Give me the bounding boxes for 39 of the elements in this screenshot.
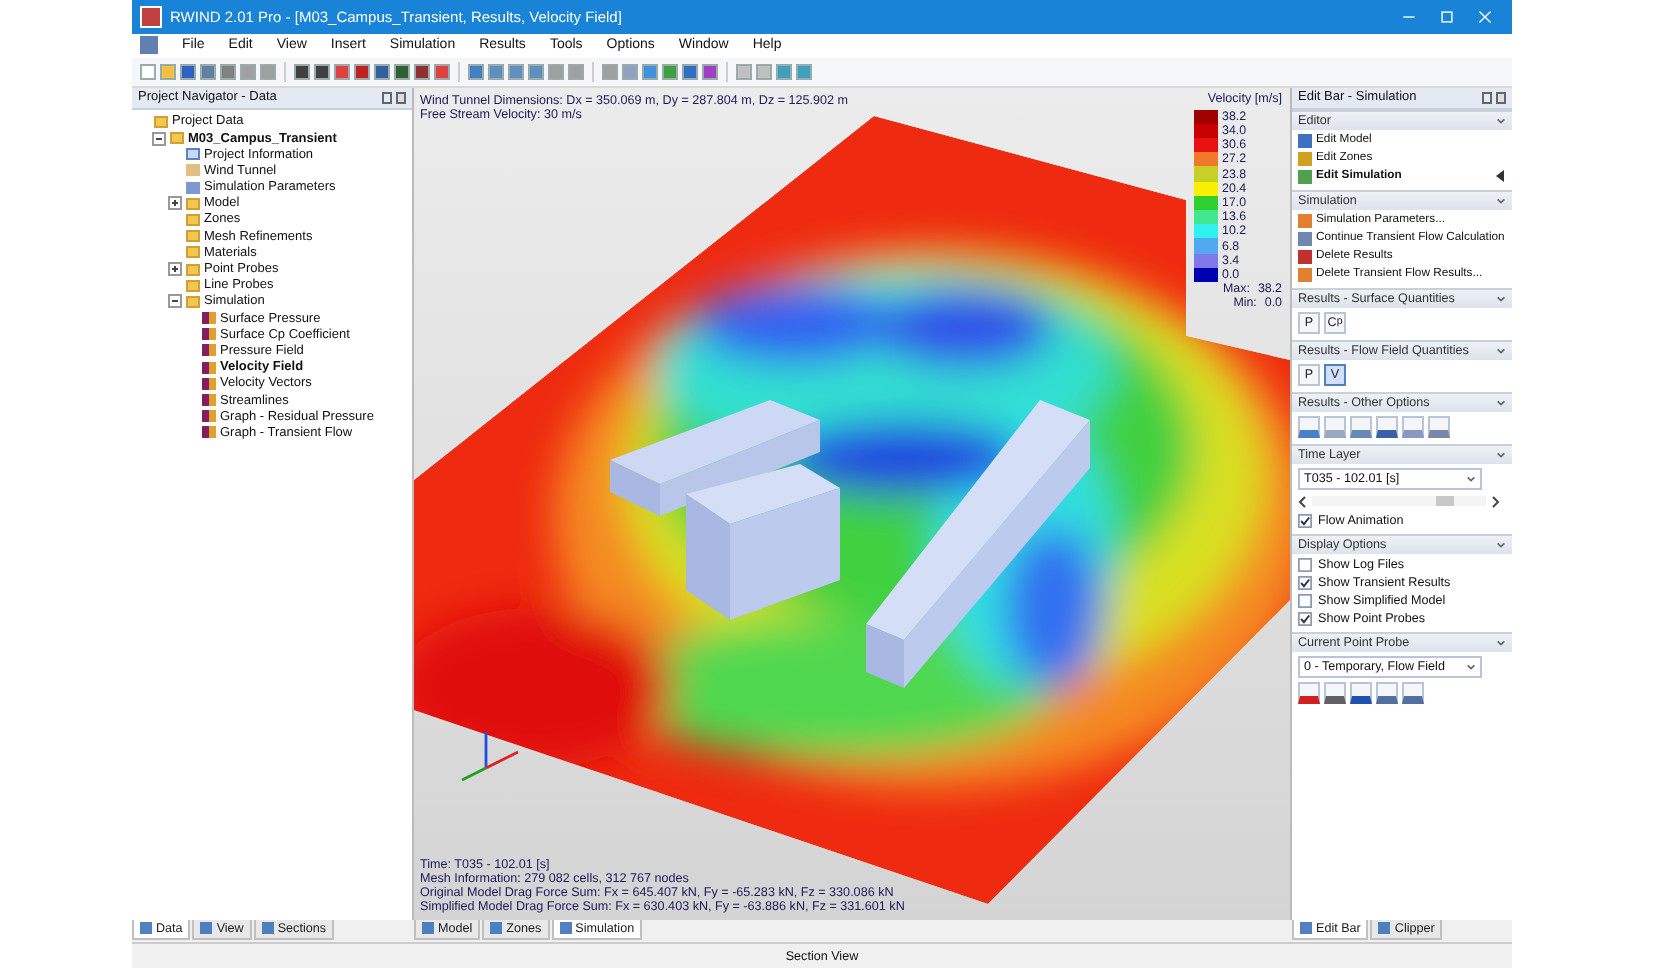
option-icon[interactable]	[1350, 415, 1372, 438]
maximize-icon[interactable]	[1440, 9, 1454, 24]
checkbox[interactable]	[1298, 593, 1312, 608]
axis-triad-icon	[461, 731, 519, 781]
caret-icon	[1496, 195, 1506, 206]
checkbox[interactable]	[1298, 575, 1312, 590]
caret-icon	[1466, 473, 1476, 484]
checkbox[interactable]	[1298, 513, 1312, 528]
option-icon[interactable]	[1402, 415, 1424, 438]
close-icon[interactable]	[396, 91, 406, 104]
probe-tool-icon[interactable]	[1402, 681, 1424, 704]
caret-icon	[1496, 115, 1506, 126]
option-icon[interactable]	[1376, 415, 1398, 438]
caret-icon	[1496, 539, 1506, 550]
expand-icon[interactable]	[168, 196, 182, 211]
pin-icon[interactable]	[1482, 91, 1492, 104]
caret-icon	[1496, 293, 1506, 304]
app-icon	[140, 5, 162, 28]
close-icon[interactable]	[1496, 91, 1506, 104]
collapse-icon[interactable]	[168, 294, 182, 309]
time-slider[interactable]	[1312, 496, 1486, 507]
option-icon[interactable]	[1428, 415, 1450, 438]
caret-icon	[1496, 345, 1506, 356]
slider-thumb[interactable]	[1436, 496, 1455, 507]
caret-icon	[1496, 397, 1506, 408]
caret-icon	[1496, 637, 1506, 648]
probe-tool-icon[interactable]	[1298, 681, 1320, 704]
probe-tool-icon[interactable]	[1376, 681, 1398, 704]
collapse-icon[interactable]	[152, 131, 166, 145]
caret-icon	[1466, 661, 1476, 672]
option-icon[interactable]	[1298, 415, 1320, 438]
caret-icon	[1496, 449, 1506, 460]
expand-icon[interactable]	[168, 262, 182, 276]
pin-icon[interactable]	[382, 91, 392, 104]
checkbox[interactable]	[1298, 611, 1312, 626]
probe-tool-icon[interactable]	[1324, 681, 1346, 704]
arrow-icon	[1496, 170, 1504, 183]
checkbox[interactable]	[1298, 557, 1312, 572]
probe-tool-icon[interactable]	[1350, 681, 1372, 704]
